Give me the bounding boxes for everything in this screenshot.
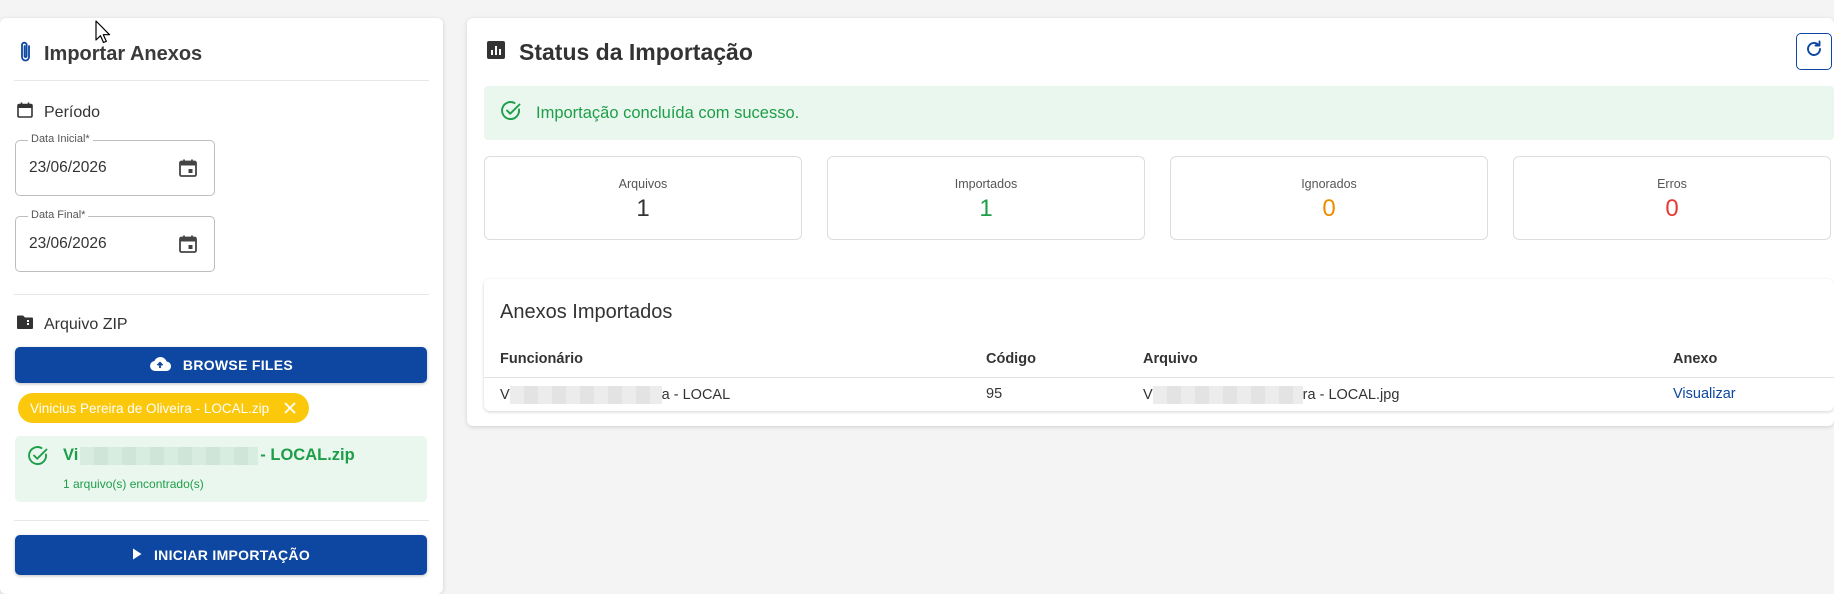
imported-attachments-table: Anexos Importados Funcionário Código Arq… (484, 279, 1834, 411)
column-header-funcionario[interactable]: Funcionário (500, 351, 583, 367)
cell-text: ra - LOCAL.jpg (1302, 387, 1400, 403)
cell-funcionario: V a - LOCAL (500, 386, 730, 404)
divider (14, 520, 429, 521)
arquivo-label: Arquivo ZIP (44, 315, 128, 333)
check-circle-icon (27, 445, 49, 472)
browse-files-label: BROWSE FILES (182, 357, 294, 373)
close-icon[interactable] (283, 401, 297, 415)
periodo-heading: Período (16, 101, 100, 124)
stat-value: 1 (636, 195, 650, 222)
redacted-text (509, 386, 662, 404)
stat-label: Erros (1657, 177, 1687, 191)
visualizar-link[interactable]: Visualizar (1673, 386, 1736, 402)
status-title: Status da Importação (519, 39, 753, 65)
divider (14, 294, 429, 295)
data-final-field[interactable]: Data Final* 23/06/2026 (15, 209, 215, 272)
periodo-label: Período (44, 103, 101, 121)
redacted-text (1152, 386, 1303, 404)
stat-label: Importados (954, 177, 1018, 191)
data-inicial-label: Data Inicial* (28, 133, 93, 145)
data-inicial-field[interactable]: Data Inicial* 23/06/2026 (15, 133, 215, 196)
success-alert: Importação concluída com sucesso. (484, 86, 1834, 140)
stat-card-ignorados: Ignorados 0 (1170, 156, 1488, 240)
refresh-icon (1805, 40, 1823, 63)
cell-text: V (1143, 387, 1153, 403)
chip-label: Vinicius Pereira de Oliveira - LOCAL.zip (30, 400, 270, 416)
paperclip-icon (18, 40, 34, 69)
stat-label: Ignorados (1301, 177, 1357, 191)
success-message: Importação concluída com sucesso. (536, 103, 800, 122)
calendar-event-icon[interactable] (176, 232, 200, 256)
column-header-arquivo[interactable]: Arquivo (1143, 351, 1198, 367)
redacted-text (80, 446, 259, 465)
found-file-name: Vi - LOCAL.zip (63, 446, 355, 465)
folder-zip-icon (16, 314, 34, 335)
stat-card-erros: Erros 0 (1513, 156, 1831, 240)
calendar-icon (16, 101, 34, 124)
refresh-button[interactable] (1796, 33, 1832, 70)
check-circle-icon (500, 100, 522, 127)
calendar-event-icon[interactable] (176, 156, 200, 180)
stat-value: 1 (979, 195, 993, 222)
stat-value: 0 (1322, 195, 1336, 222)
import-panel: Importar Anexos Período Data Inicial* 23… (0, 18, 443, 594)
browse-files-button[interactable]: BROWSE FILES (15, 347, 427, 383)
data-inicial-value[interactable]: 23/06/2026 (29, 159, 107, 177)
found-file-count: 1 arquivo(s) encontrado(s) (63, 477, 204, 491)
start-import-button[interactable]: INICIAR IMPORTAÇÃO (15, 535, 427, 575)
mouse-cursor-icon (95, 20, 111, 49)
found-file-name-end: - LOCAL.zip (260, 446, 355, 464)
cloud-upload-icon (149, 356, 171, 375)
import-panel-title: Importar Anexos (44, 43, 203, 65)
play-icon (132, 547, 142, 563)
start-import-label: INICIAR IMPORTAÇÃO (153, 547, 311, 563)
arquivo-heading: Arquivo ZIP (16, 314, 128, 335)
cell-text: a - LOCAL (661, 387, 731, 403)
cell-text: V (500, 387, 510, 403)
stat-value: 0 (1665, 195, 1679, 222)
file-found-card: Vi - LOCAL.zip 1 arquivo(s) encontrado(s… (15, 436, 427, 502)
column-header-anexo[interactable]: Anexo (1673, 351, 1717, 367)
status-header: Status da Importação (487, 39, 753, 66)
bar-chart-icon (487, 41, 505, 64)
divider (14, 80, 429, 81)
found-file-name-start: Vi (63, 446, 79, 464)
data-final-label: Data Final* (28, 209, 89, 221)
column-header-codigo[interactable]: Código (986, 351, 1036, 367)
table-title: Anexos Importados (500, 301, 673, 323)
status-panel: Status da Importação Importação concluíd… (467, 18, 1834, 426)
stat-card-arquivos: Arquivos 1 (484, 156, 802, 240)
data-final-value[interactable]: 23/06/2026 (29, 235, 107, 253)
cell-codigo: 95 (986, 386, 1003, 402)
stat-card-importados: Importados 1 (827, 156, 1145, 240)
selected-file-chip: Vinicius Pereira de Oliveira - LOCAL.zip (18, 393, 310, 423)
cell-arquivo: V ra - LOCAL.jpg (1143, 386, 1399, 404)
stat-label: Arquivos (618, 177, 668, 191)
divider (484, 377, 1834, 378)
